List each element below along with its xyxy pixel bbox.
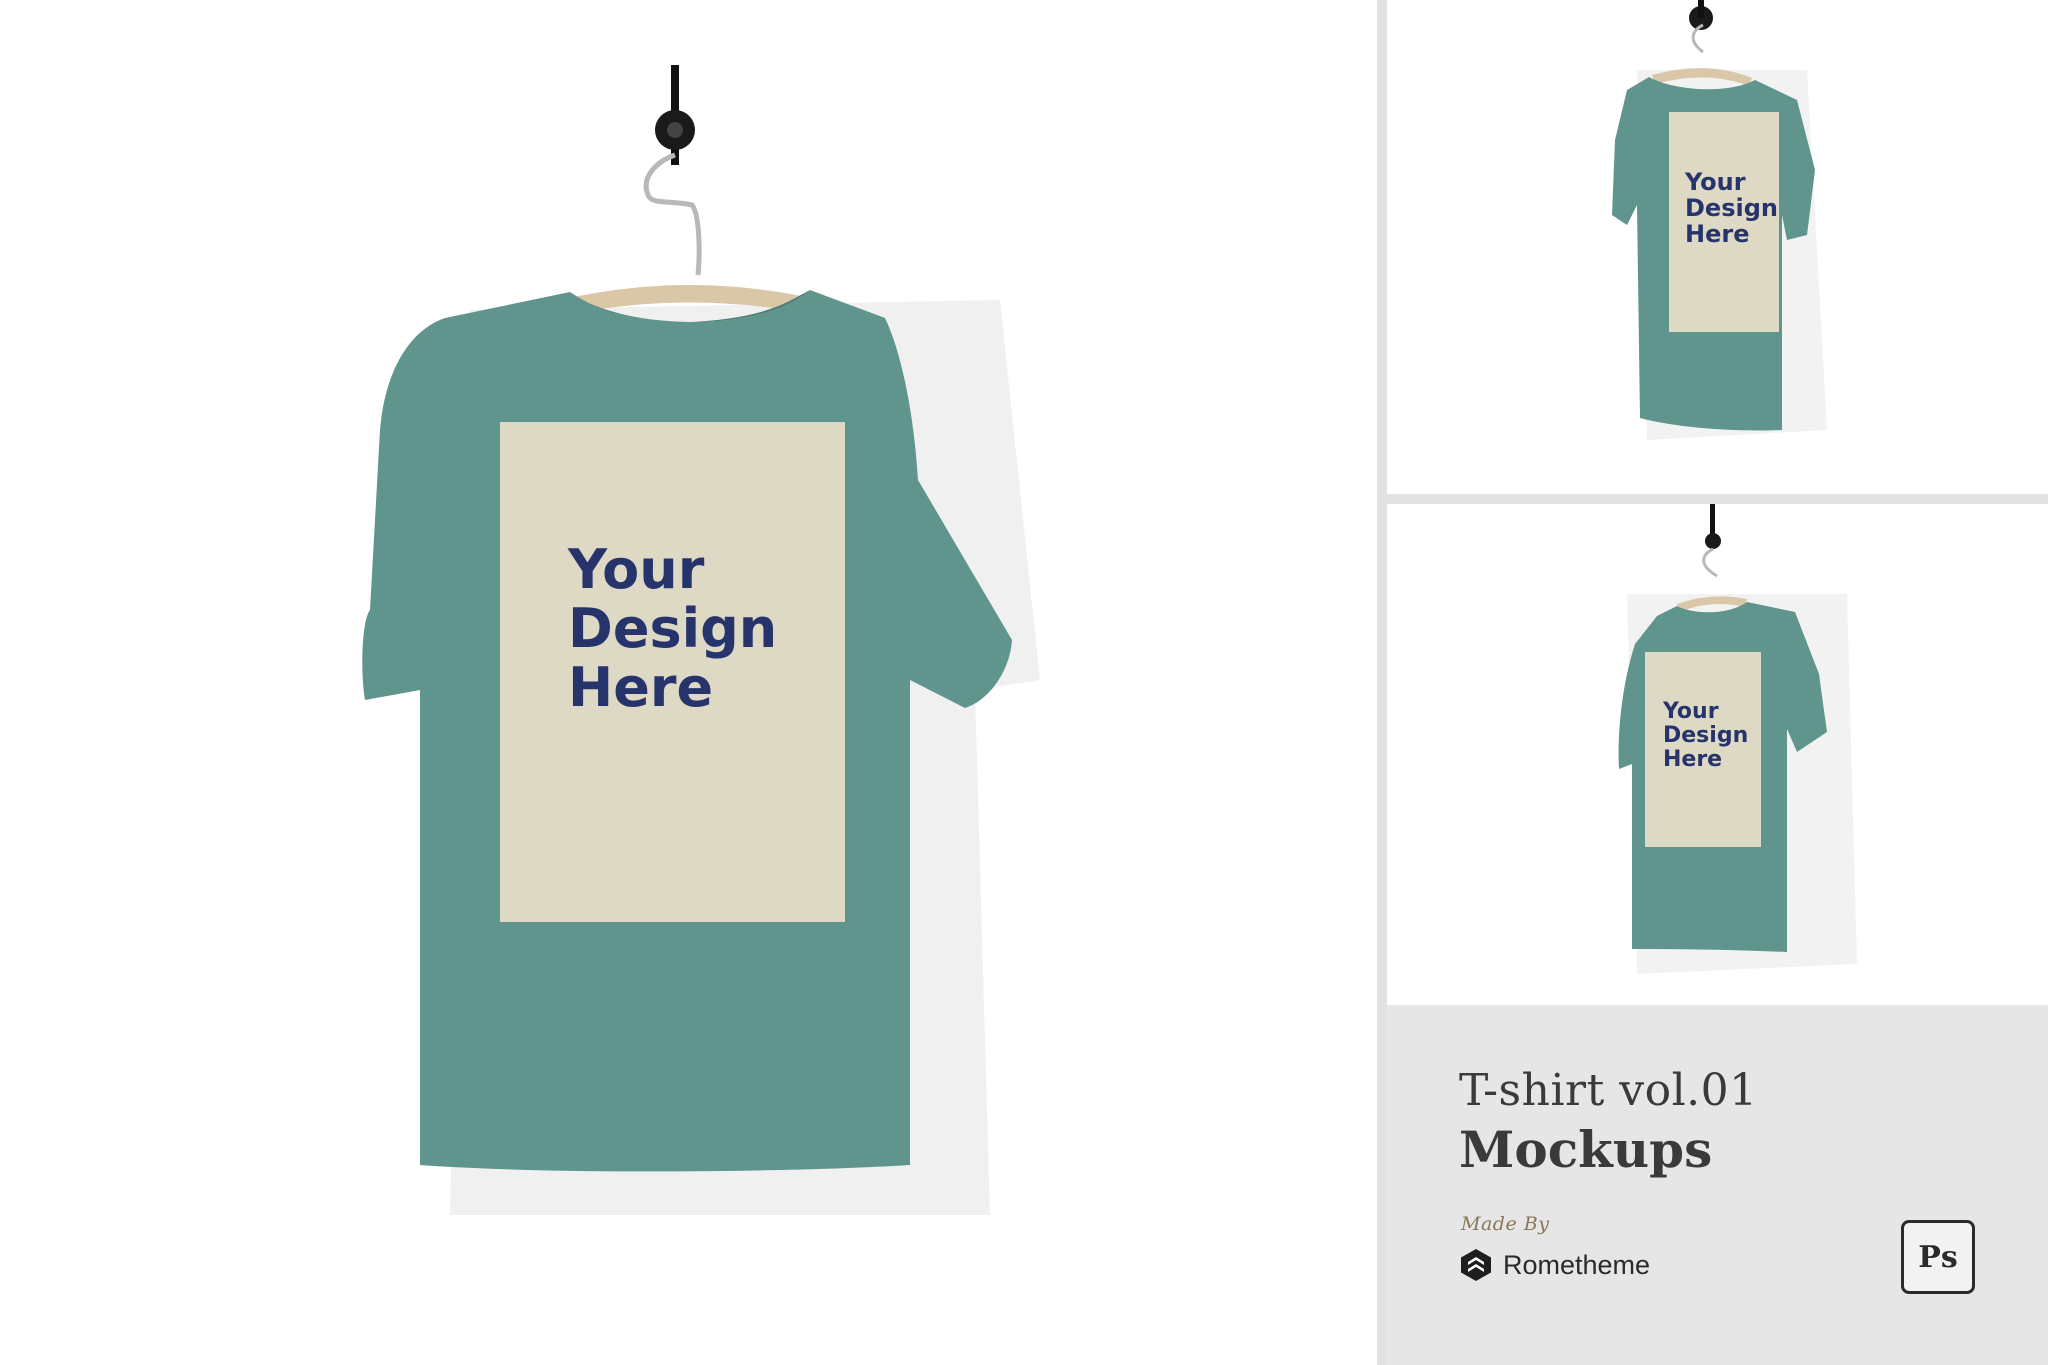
wall-hook-icon <box>1705 504 1721 549</box>
photoshop-icon: Ps <box>1901 1220 1975 1294</box>
top-design-line1: Your <box>1684 168 1746 196</box>
hanger-icon <box>1652 23 1752 86</box>
product-info-panel: T-shirt vol.01 Mockups Made By Rometheme… <box>1387 1005 2048 1365</box>
product-title-line1: T-shirt vol.01 <box>1459 1065 1758 1116</box>
angled-mockup-panel-top: Your Design Here <box>1387 0 2048 494</box>
angled-mockup-panel-middle: Your Design Here <box>1387 504 2048 1005</box>
product-title-line2: Mockups <box>1459 1120 1713 1179</box>
brand-name: Rometheme <box>1503 1249 1651 1280</box>
main-design-line1: Your <box>567 538 705 601</box>
main-design-line3: Here <box>568 656 713 719</box>
hanger-icon <box>1677 547 1747 612</box>
middle-design-line2: Design <box>1663 723 1748 748</box>
hanger-icon <box>560 152 820 315</box>
top-design-line2: Design <box>1685 194 1778 222</box>
main-mockup-panel: Your Design Here <box>0 0 1377 1365</box>
middle-tshirt-illustration: Your Design Here <box>1618 504 1857 974</box>
made-by-label: Made By <box>1461 1213 1550 1235</box>
main-tshirt-illustration: Your Design Here <box>362 65 1040 1215</box>
wall-hook-icon <box>655 65 695 165</box>
top-tshirt-illustration: Your Design Here <box>1612 0 1827 440</box>
main-design-line2: Design <box>568 597 777 660</box>
middle-design-line1: Your <box>1662 699 1719 724</box>
middle-design-line3: Here <box>1663 747 1722 772</box>
top-design-line3: Here <box>1685 220 1749 248</box>
brand-row: Rometheme <box>1459 1248 1650 1282</box>
rometheme-logo-icon <box>1461 1249 1491 1281</box>
